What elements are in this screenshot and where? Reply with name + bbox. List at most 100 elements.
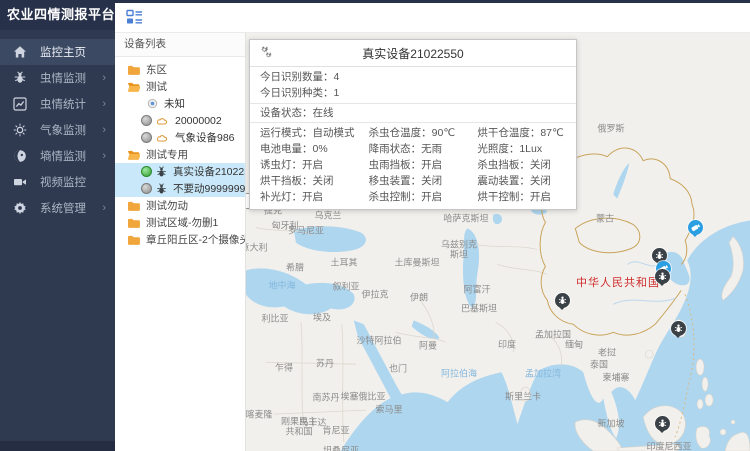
status-offline-icon [141, 115, 152, 126]
popup-field: 烘干挡板：关闭 [250, 173, 359, 189]
sidebar: 农业四情测报平台 监控主页虫情监测 › 虫情统计 › 气象监测 › 墒情监测 › 视频监控系统管… [0, 0, 115, 451]
moisture-icon [13, 149, 27, 163]
popup-header: 真实设备21022550 [250, 40, 576, 67]
app-root: 农业四情测报平台 监控主页虫情监测 › 虫情统计 › 气象监测 › 墒情监测 › 视频监控系统管… [0, 0, 750, 451]
chart-icon [13, 97, 27, 111]
sidebar-item-weather-monitor[interactable]: 气象监测 › [0, 117, 115, 143]
popup-grid: 运行模式：自动模式杀虫仓温度：90℃烘干仓温度：87℃电池电量：0%降雨状态：无… [250, 123, 576, 209]
popup-field: 电池电量：0% [250, 141, 359, 157]
folder-icon [127, 200, 140, 211]
tree-folder-label: 东区 [146, 62, 167, 77]
sidebar-nav: 监控主页虫情监测 › 虫情统计 › 气象监测 › 墒情监测 › 视频监控系统管理 › [0, 30, 115, 221]
popup-title: 真实设备21022550 [362, 45, 463, 62]
tree-item-bug-device[interactable]: 不要动99999999 [115, 180, 245, 197]
tree-item-folder-open[interactable]: 测试专用 [115, 146, 245, 163]
sidebar-item-label: 气象监测 [40, 122, 86, 138]
device-info-popup: 真实设备21022550 今日识别数量：4今日识别种类：1 设备状态：在线 运行… [249, 39, 577, 210]
sidebar-item-label: 视频监控 [40, 174, 86, 190]
folder-icon [127, 64, 140, 75]
device-list-header: 设备列表 [115, 33, 245, 57]
popup-stat-row: 今日识别种类：1 [250, 85, 576, 101]
sidebar-item-insect-monitor[interactable]: 虫情监测 › [0, 65, 115, 91]
popup-field: 杀虫挡板：关闭 [467, 157, 576, 173]
popup-status: 设备状态：在线 [250, 104, 576, 123]
status-online-icon [141, 166, 152, 177]
sidebar-item-video-monitor[interactable]: 视频监控 [0, 169, 115, 195]
tree-item-weather-device[interactable]: 20000002 [115, 112, 245, 129]
sidebar-item-home[interactable]: 监控主页 [0, 39, 115, 65]
tree-item-folder[interactable]: 测试区域-勿删1 [115, 214, 245, 231]
tree-folder-label: 测试区域-勿删1 [146, 215, 218, 230]
sidebar-item-label: 墒情监测 [40, 148, 86, 164]
popup-field: 移虫装置：关闭 [359, 173, 468, 189]
tree-item-weather-device[interactable]: 气象设备986 [115, 129, 245, 146]
sidebar-item-label: 虫情监测 [40, 70, 86, 86]
device-marker-bug[interactable] [671, 321, 686, 336]
tree-item-bug-device[interactable]: 真实设备21022550 [115, 163, 245, 180]
device-marker-bug[interactable] [655, 269, 670, 284]
chevron-right-icon: › [102, 73, 106, 84]
device-marker-camera[interactable] [688, 220, 703, 235]
app-title: 农业四情测报平台 [0, 0, 115, 30]
weather-icon [13, 123, 27, 137]
folder-open-icon [127, 149, 140, 160]
sidebar-footer [0, 441, 115, 451]
tree-device-label: 20000002 [175, 115, 222, 127]
chevron-right-icon: › [102, 151, 106, 162]
device-marker-bug[interactable] [555, 293, 570, 308]
sidebar-item-label: 虫情统计 [40, 96, 86, 112]
chevron-right-icon: › [102, 125, 106, 136]
device-tree: 东区测试未知 20000002 气象设备986 测试专用真实设备21022550不要动… [115, 57, 245, 248]
popup-status-row: 设备状态：在线 [250, 105, 576, 121]
tree-device-label: 气象设备986 [175, 130, 235, 145]
chevron-right-icon: › [102, 203, 106, 214]
folder-icon [127, 217, 140, 228]
folder-open-icon [127, 81, 140, 92]
popup-stat-row: 今日识别数量：4 [250, 69, 576, 85]
tree-device-label: 真实设备21022550 [173, 164, 245, 179]
layout-list-icon[interactable] [126, 9, 143, 26]
popup-field: 杀虫仓温度：90℃ [359, 125, 468, 141]
target-icon [147, 98, 158, 109]
tree-item-folder-open[interactable]: 测试 [115, 78, 245, 95]
gears-settings-icon[interactable] [259, 46, 273, 60]
device-marker-bug[interactable] [655, 416, 670, 431]
tree-item-folder[interactable]: 东区 [115, 61, 245, 78]
folder-icon [127, 234, 140, 245]
tree-item-folder[interactable]: 章丘阳丘区-2个摄像头 [115, 231, 245, 248]
sidebar-item-moisture-monitor[interactable]: 墒情监测 › [0, 143, 115, 169]
tree-item-folder[interactable]: 测试勿动 [115, 197, 245, 214]
video-icon [13, 175, 27, 189]
sidebar-item-system-manage[interactable]: 系统管理 › [0, 195, 115, 221]
tree-item-unknown-device[interactable]: 未知 [115, 95, 245, 112]
popup-field: 杀虫控制：开启 [359, 189, 468, 205]
popup-field: 运行模式：自动模式 [250, 125, 359, 141]
home-icon [13, 45, 27, 59]
chevron-right-icon: › [102, 99, 106, 110]
popup-field: 补光灯：开启 [250, 189, 359, 205]
cloud-icon [156, 133, 169, 142]
popup-field: 光照度：1Lux [467, 141, 576, 157]
tree-folder-label: 测试专用 [146, 147, 188, 162]
popup-body: 今日识别数量：4今日识别种类：1 设备状态：在线 运行模式：自动模式杀虫仓温度：… [250, 67, 576, 209]
bug-icon [156, 183, 167, 195]
bug-icon [13, 71, 27, 85]
map[interactable]: {""} 俄罗斯蒙古中华人民共和国捷克乌克兰匈牙利 [246, 33, 750, 451]
main-area: 设备列表 东区测试未知20000002气象设备986测试专用真实设备210225… [115, 0, 750, 451]
settings-icon [13, 201, 27, 215]
status-offline-icon [141, 132, 152, 143]
sidebar-item-label: 监控主页 [40, 44, 86, 60]
topbar [115, 3, 750, 33]
device-list-panel: 设备列表 东区测试未知 20000002 气象设备986 测试专用真实设备210225… [115, 33, 246, 451]
sidebar-item-insect-stats[interactable]: 虫情统计 › [0, 91, 115, 117]
tree-folder-label: 测试 [146, 79, 167, 94]
popup-field: 震动装置：关闭 [467, 173, 576, 189]
status-offline-icon [141, 183, 152, 194]
tree-folder-label: 章丘阳丘区-2个摄像头 [146, 232, 245, 247]
tree-folder-label: 测试勿动 [146, 198, 188, 213]
popup-field: 虫雨挡板：开启 [359, 157, 468, 173]
sidebar-item-label: 系统管理 [40, 200, 86, 216]
content: 设备列表 东区测试未知20000002气象设备986测试专用真实设备210225… [115, 33, 750, 451]
popup-field: 烘干仓温度：87℃ [467, 125, 576, 141]
cloud-icon [156, 116, 169, 125]
